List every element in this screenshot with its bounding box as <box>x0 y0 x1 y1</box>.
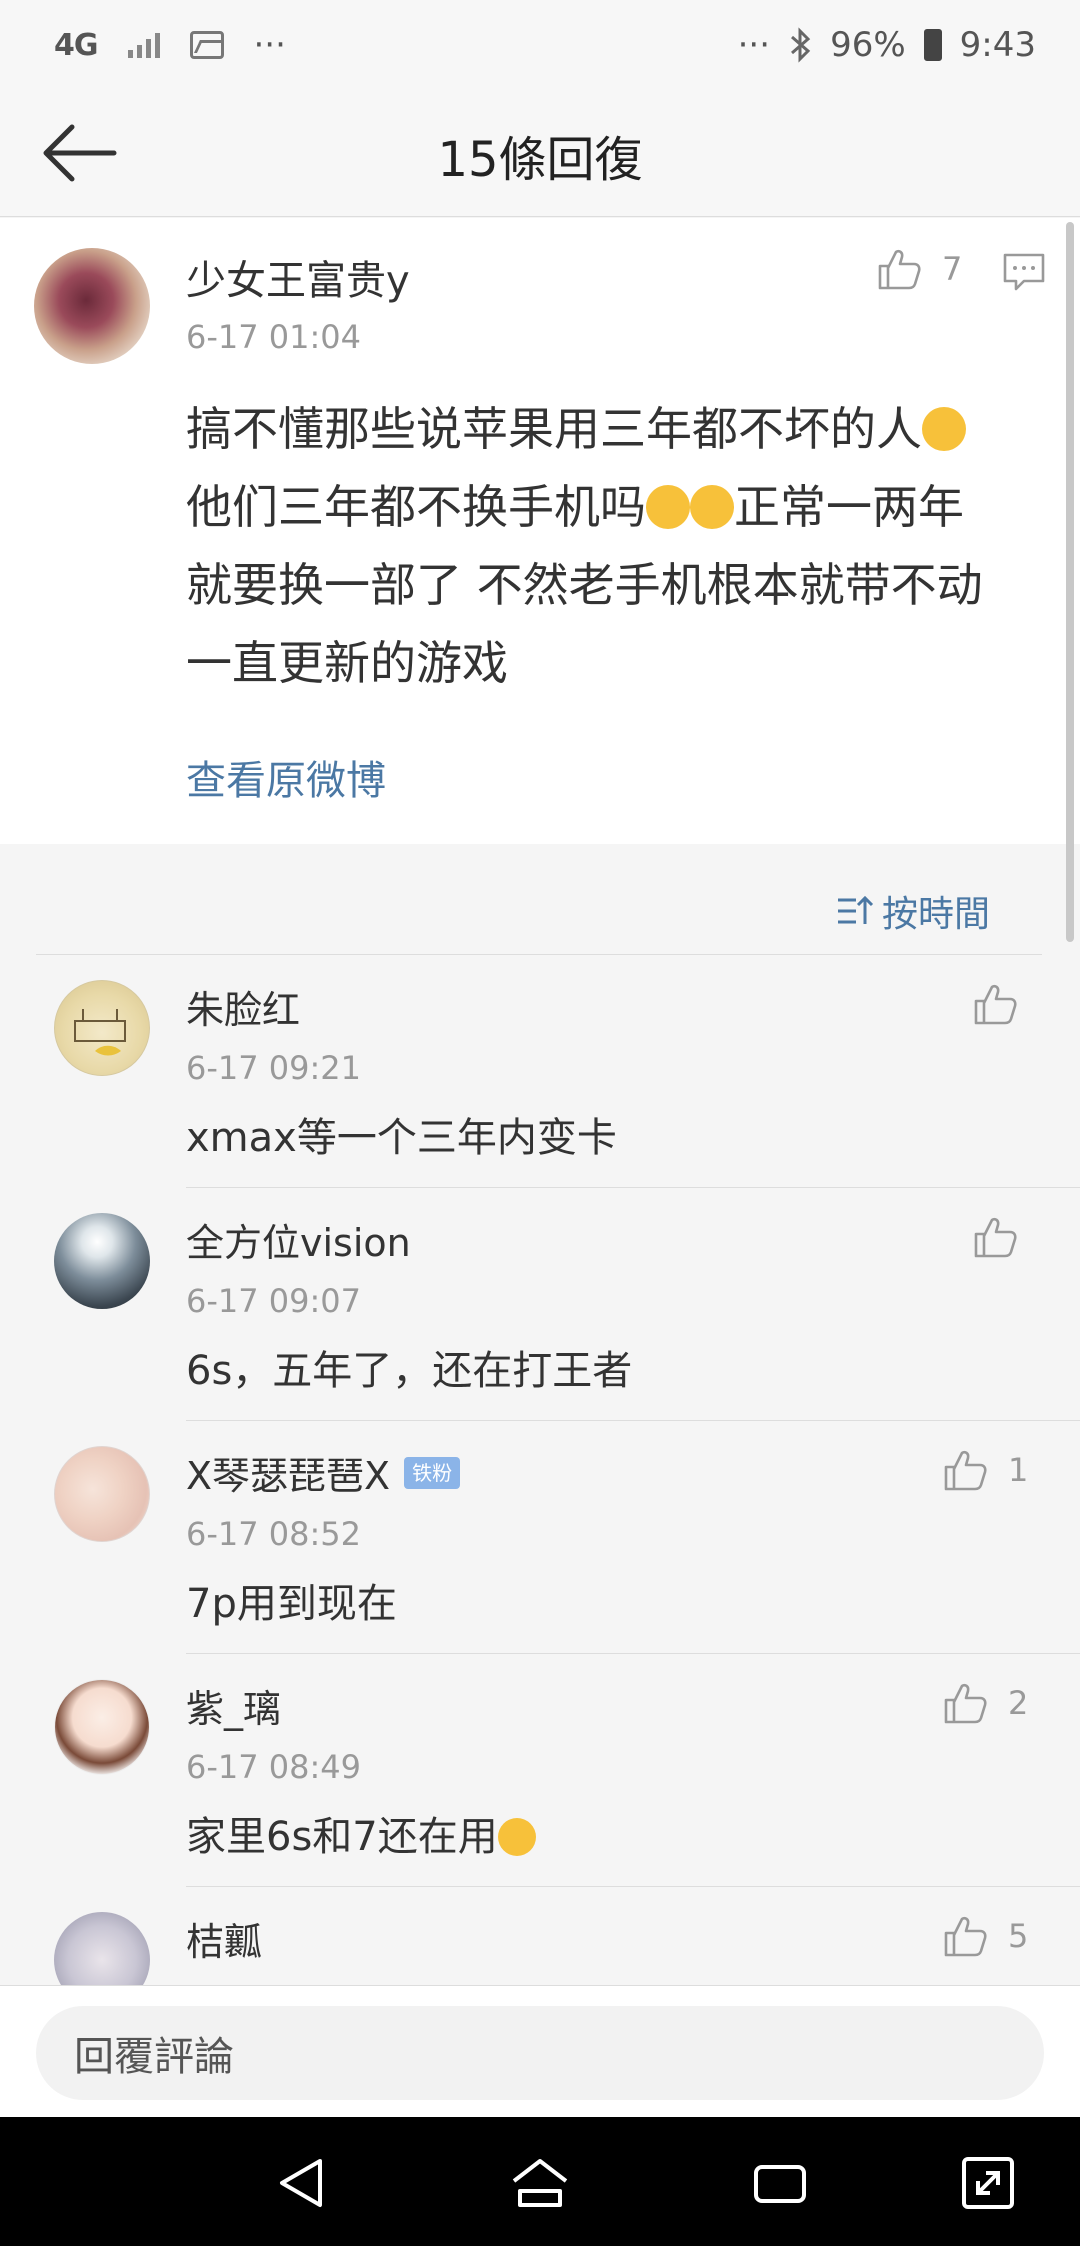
battery-icon <box>923 29 942 61</box>
bluetooth-icon <box>791 27 811 63</box>
like-button[interactable]: 1 <box>942 1447 1028 1493</box>
like-button[interactable]: 7 <box>876 246 962 292</box>
comment-text: xmax等一个三年内变卡 <box>186 1115 617 1161</box>
post-text: 搞不懂那些说苹果用三年都不坏的人 他们三年都不换手机吗 正常一两年 就要换一部了 … <box>186 390 1036 702</box>
system-navigation-bar <box>0 2117 1080 2246</box>
nav-expand-icon[interactable] <box>958 2153 1018 2213</box>
sleepy-emoji-icon <box>646 485 690 529</box>
sort-label: 按時間 <box>882 894 991 935</box>
scrollbar[interactable] <box>1066 222 1074 942</box>
nav-back-icon[interactable] <box>272 2153 332 2213</box>
reply-input[interactable]: 回覆評論 <box>36 2006 1044 2100</box>
avatar[interactable] <box>54 1912 150 1985</box>
status-bar: 4G ··· ··· 96% 9:43 <box>0 0 1080 90</box>
thumbs-up-icon <box>944 1450 987 1491</box>
post-text-line: 正常一两年 <box>734 480 964 534</box>
reply-bar: 回覆評論 <box>0 1985 1080 2117</box>
comment-author[interactable]: 朱脸红 <box>186 979 300 1034</box>
comment-time: 6-17 09:07 <box>186 1282 362 1320</box>
avatar[interactable] <box>54 980 150 1076</box>
like-count: 5 <box>1008 1917 1029 1955</box>
comment-time: 6-17 08:49 <box>186 1748 362 1786</box>
more-notifications-icon: ··· <box>253 25 286 65</box>
post-author[interactable]: 少女王富贵y <box>186 248 410 306</box>
post-text-line: 搞不懂那些说苹果用三年都不坏的人 <box>186 402 922 456</box>
comment-item: 紫_璃 6-17 08:49 家里6s和7还在用 2 <box>0 1654 1080 1887</box>
comment-author[interactable]: 全方位vision <box>186 1212 411 1267</box>
comment-text: 家里6s和7还在用 <box>186 1804 536 1862</box>
signal-icon <box>127 32 160 58</box>
comment-item: X琴瑟琵琶X 铁粉 6-17 08:52 7p用到现在 1 <box>0 1421 1080 1654</box>
sleepy-emoji-icon <box>690 485 734 529</box>
comment-time: 6-17 09:21 <box>186 1049 362 1087</box>
image-notification-icon <box>189 31 224 59</box>
post-text-line: 他们三年都不换手机吗 <box>186 480 646 534</box>
avatar[interactable] <box>54 1679 150 1775</box>
thumbs-up-icon <box>944 1916 987 1957</box>
sort-area: 按時間 <box>0 845 1080 955</box>
battery-percent: 96% <box>830 25 906 65</box>
comment-author[interactable]: X琴瑟琵琶X <box>186 1445 390 1500</box>
like-count: 1 <box>1008 1451 1029 1489</box>
thumbs-up-icon <box>944 1683 987 1724</box>
like-count: 7 <box>942 250 963 288</box>
comment-item: 桔瓤 5 <box>0 1887 1080 1985</box>
laughing-emoji-icon <box>497 1818 536 1856</box>
surprised-emoji-icon <box>922 407 966 451</box>
more-status-icon: ··· <box>737 25 771 65</box>
comment-time: 6-17 08:52 <box>186 1515 362 1553</box>
thumbs-up-icon <box>974 1217 1017 1258</box>
post-time: 6-17 01:04 <box>186 318 362 356</box>
fan-badge: 铁粉 <box>404 1456 461 1489</box>
thumbs-up-icon <box>878 249 921 290</box>
nav-recents-icon[interactable] <box>750 2153 810 2213</box>
like-button[interactable] <box>972 1214 1018 1260</box>
avatar[interactable] <box>54 1446 150 1542</box>
post-text-line: 一直更新的游戏 <box>186 636 508 690</box>
view-original-link[interactable]: 查看原微博 <box>186 748 386 806</box>
like-button[interactable]: 2 <box>942 1680 1028 1726</box>
comment-text-body: 家里6s和7还在用 <box>186 1814 498 1860</box>
like-count: 2 <box>1008 1684 1029 1722</box>
network-indicator: 4G <box>54 27 98 63</box>
avatar[interactable] <box>54 1213 150 1309</box>
sort-by-time-button[interactable]: 按時間 <box>836 885 990 937</box>
page-title: 15條回復 <box>437 132 643 188</box>
doodle-avatar-icon <box>74 1009 126 1056</box>
comment-author[interactable]: 紫_璃 <box>186 1678 281 1733</box>
like-button[interactable] <box>972 981 1018 1027</box>
thumbs-up-icon <box>974 984 1017 1025</box>
clock: 9:43 <box>959 25 1036 65</box>
nav-home-icon[interactable] <box>510 2153 570 2213</box>
comment-text: 6s，五年了，还在打王者 <box>186 1348 633 1394</box>
header: 15條回復 <box>0 90 1080 217</box>
comment-item: 全方位vision 6-17 09:07 6s，五年了，还在打王者 <box>0 1188 1080 1421</box>
post-text-line: 就要换一部了 不然老手机根本就带不动 <box>186 558 983 612</box>
comment-text: 7p用到现在 <box>186 1581 397 1627</box>
comment-icon[interactable] <box>1002 252 1046 292</box>
sort-icon <box>838 895 874 924</box>
like-button[interactable]: 5 <box>942 1913 1028 1959</box>
original-post: 少女王富贵y 6-17 01:04 7 搞不懂那些说苹果用三年都不坏的人 他们三… <box>0 218 1080 844</box>
comment-author[interactable]: 桔瓤 <box>186 1911 262 1966</box>
avatar[interactable] <box>34 248 150 364</box>
comment-item: 朱脸红 6-17 09:21 xmax等一个三年内变卡 <box>0 955 1080 1188</box>
